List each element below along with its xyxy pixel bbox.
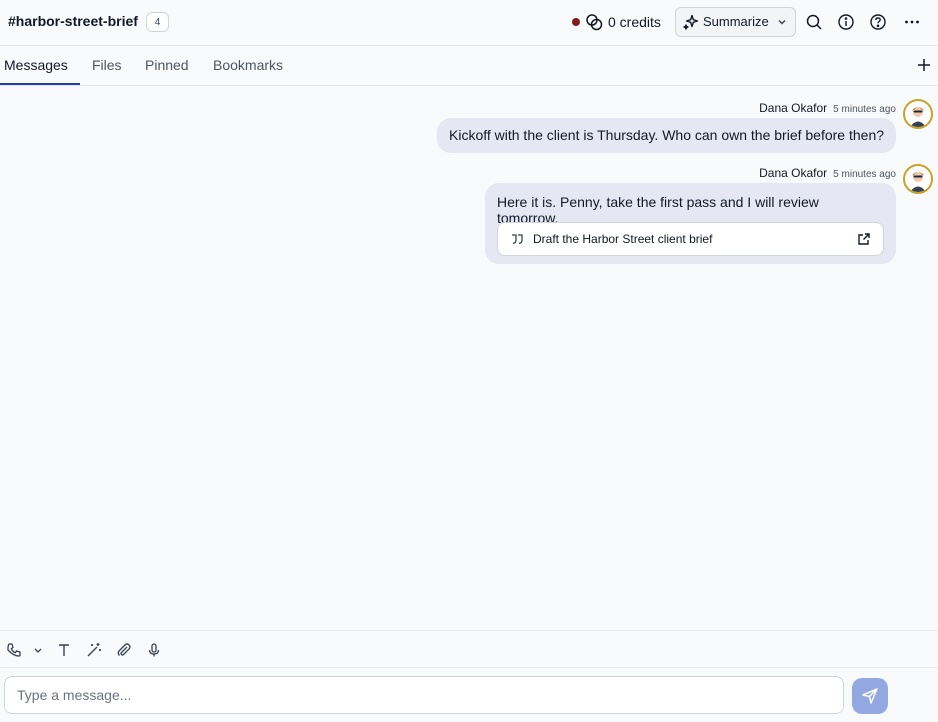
message-bubble: Kickoff with the client is Thursday. Who…: [437, 118, 896, 153]
magic-wand-icon[interactable]: [86, 642, 102, 658]
add-tab-icon[interactable]: [916, 57, 932, 73]
sparkle-icon: [683, 14, 699, 30]
channel-header: #harbor-street-brief 4 0 credits Summari…: [0, 0, 938, 46]
external-link-icon[interactable]: [857, 232, 871, 246]
message-author: Dana Okafor: [759, 101, 828, 115]
linked-task-title: Draft the Harbor Street client brief: [533, 232, 713, 246]
tab-pinned[interactable]: Pinned: [145, 57, 189, 73]
message-bubble: Here it is. Penny, take the first pass a…: [485, 183, 896, 264]
active-tab-indicator: [0, 83, 80, 85]
message-meta: Dana Okafor 5 minutes ago: [759, 101, 896, 115]
tab-messages[interactable]: Messages: [4, 57, 68, 73]
phone-icon[interactable]: [6, 642, 22, 658]
message-input[interactable]: [4, 676, 844, 714]
quote-icon: [510, 232, 524, 246]
send-icon: [862, 688, 878, 704]
tab-bookmarks[interactable]: Bookmarks: [213, 57, 283, 73]
status-dot: [572, 18, 580, 26]
summarize-label: Summarize: [703, 14, 769, 29]
chevron-down-icon[interactable]: [30, 642, 46, 658]
credits-icon: [585, 13, 603, 31]
avatar[interactable]: [903, 99, 933, 129]
summarize-button[interactable]: Summarize: [675, 7, 796, 37]
message-timestamp: 5 minutes ago: [833, 104, 896, 115]
linked-task-card[interactable]: Draft the Harbor Street client brief: [497, 222, 884, 256]
message-author: Dana Okafor: [759, 166, 828, 180]
tab-files[interactable]: Files: [92, 57, 122, 73]
credits-balance: 0 credits: [608, 14, 661, 30]
search-icon[interactable]: [805, 13, 823, 31]
composer-toolbar: [0, 630, 938, 668]
message-timestamp: 5 minutes ago: [833, 169, 896, 180]
tab-bar: Messages Files Pinned Bookmarks: [0, 47, 938, 86]
microphone-icon[interactable]: [146, 642, 162, 658]
help-icon[interactable]: [869, 13, 887, 31]
message-meta: Dana Okafor 5 minutes ago: [759, 166, 896, 180]
more-options-icon[interactable]: [903, 13, 921, 31]
paperclip-icon[interactable]: [116, 642, 132, 658]
member-count-badge[interactable]: 4: [146, 12, 169, 32]
send-button[interactable]: [852, 678, 888, 714]
channel-name: #harbor-street-brief: [8, 13, 138, 29]
message-text: Kickoff with the client is Thursday. Who…: [449, 127, 885, 143]
chevron-down-icon: [776, 16, 788, 28]
avatar[interactable]: [903, 164, 933, 194]
info-icon[interactable]: [837, 13, 855, 31]
text-format-icon[interactable]: [56, 642, 72, 658]
